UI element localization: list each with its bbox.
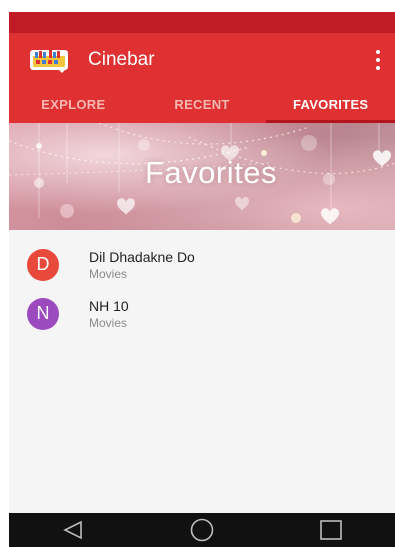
tab-bar: EXPLORE RECENT FAVORITES [9, 86, 395, 123]
home-icon[interactable] [182, 515, 222, 545]
item-category: Movies [89, 315, 128, 330]
recents-icon[interactable] [311, 515, 351, 545]
favorites-list: D Dil Dhadakne Do Movies N NH 10 Movies [9, 230, 395, 338]
banner-title: Favorites [145, 155, 277, 190]
item-title: NH 10 [89, 297, 129, 314]
list-item[interactable]: N NH 10 Movies [9, 289, 395, 338]
system-nav-bar [9, 513, 395, 547]
overflow-menu-icon[interactable] [373, 48, 383, 72]
avatar: D [27, 248, 59, 281]
tab-recent[interactable]: RECENT [138, 86, 267, 123]
back-icon[interactable] [53, 515, 93, 545]
cinebar-logo-icon [29, 47, 69, 73]
item-title: Dil Dhadakne Do [89, 248, 195, 265]
phone-screen: Cinebar EXPLORE RECENT FAVORITES Favorit… [9, 12, 395, 547]
favorites-banner: Favorites [9, 123, 395, 230]
tab-explore[interactable]: EXPLORE [9, 86, 138, 123]
item-category: Movies [89, 266, 128, 281]
app-title: Cinebar [88, 48, 155, 70]
list-item[interactable]: D Dil Dhadakne Do Movies [9, 240, 395, 289]
status-bar [9, 12, 395, 33]
tab-favorites[interactable]: FAVORITES [266, 86, 395, 123]
avatar: N [27, 297, 59, 330]
app-bar: Cinebar [9, 33, 395, 86]
